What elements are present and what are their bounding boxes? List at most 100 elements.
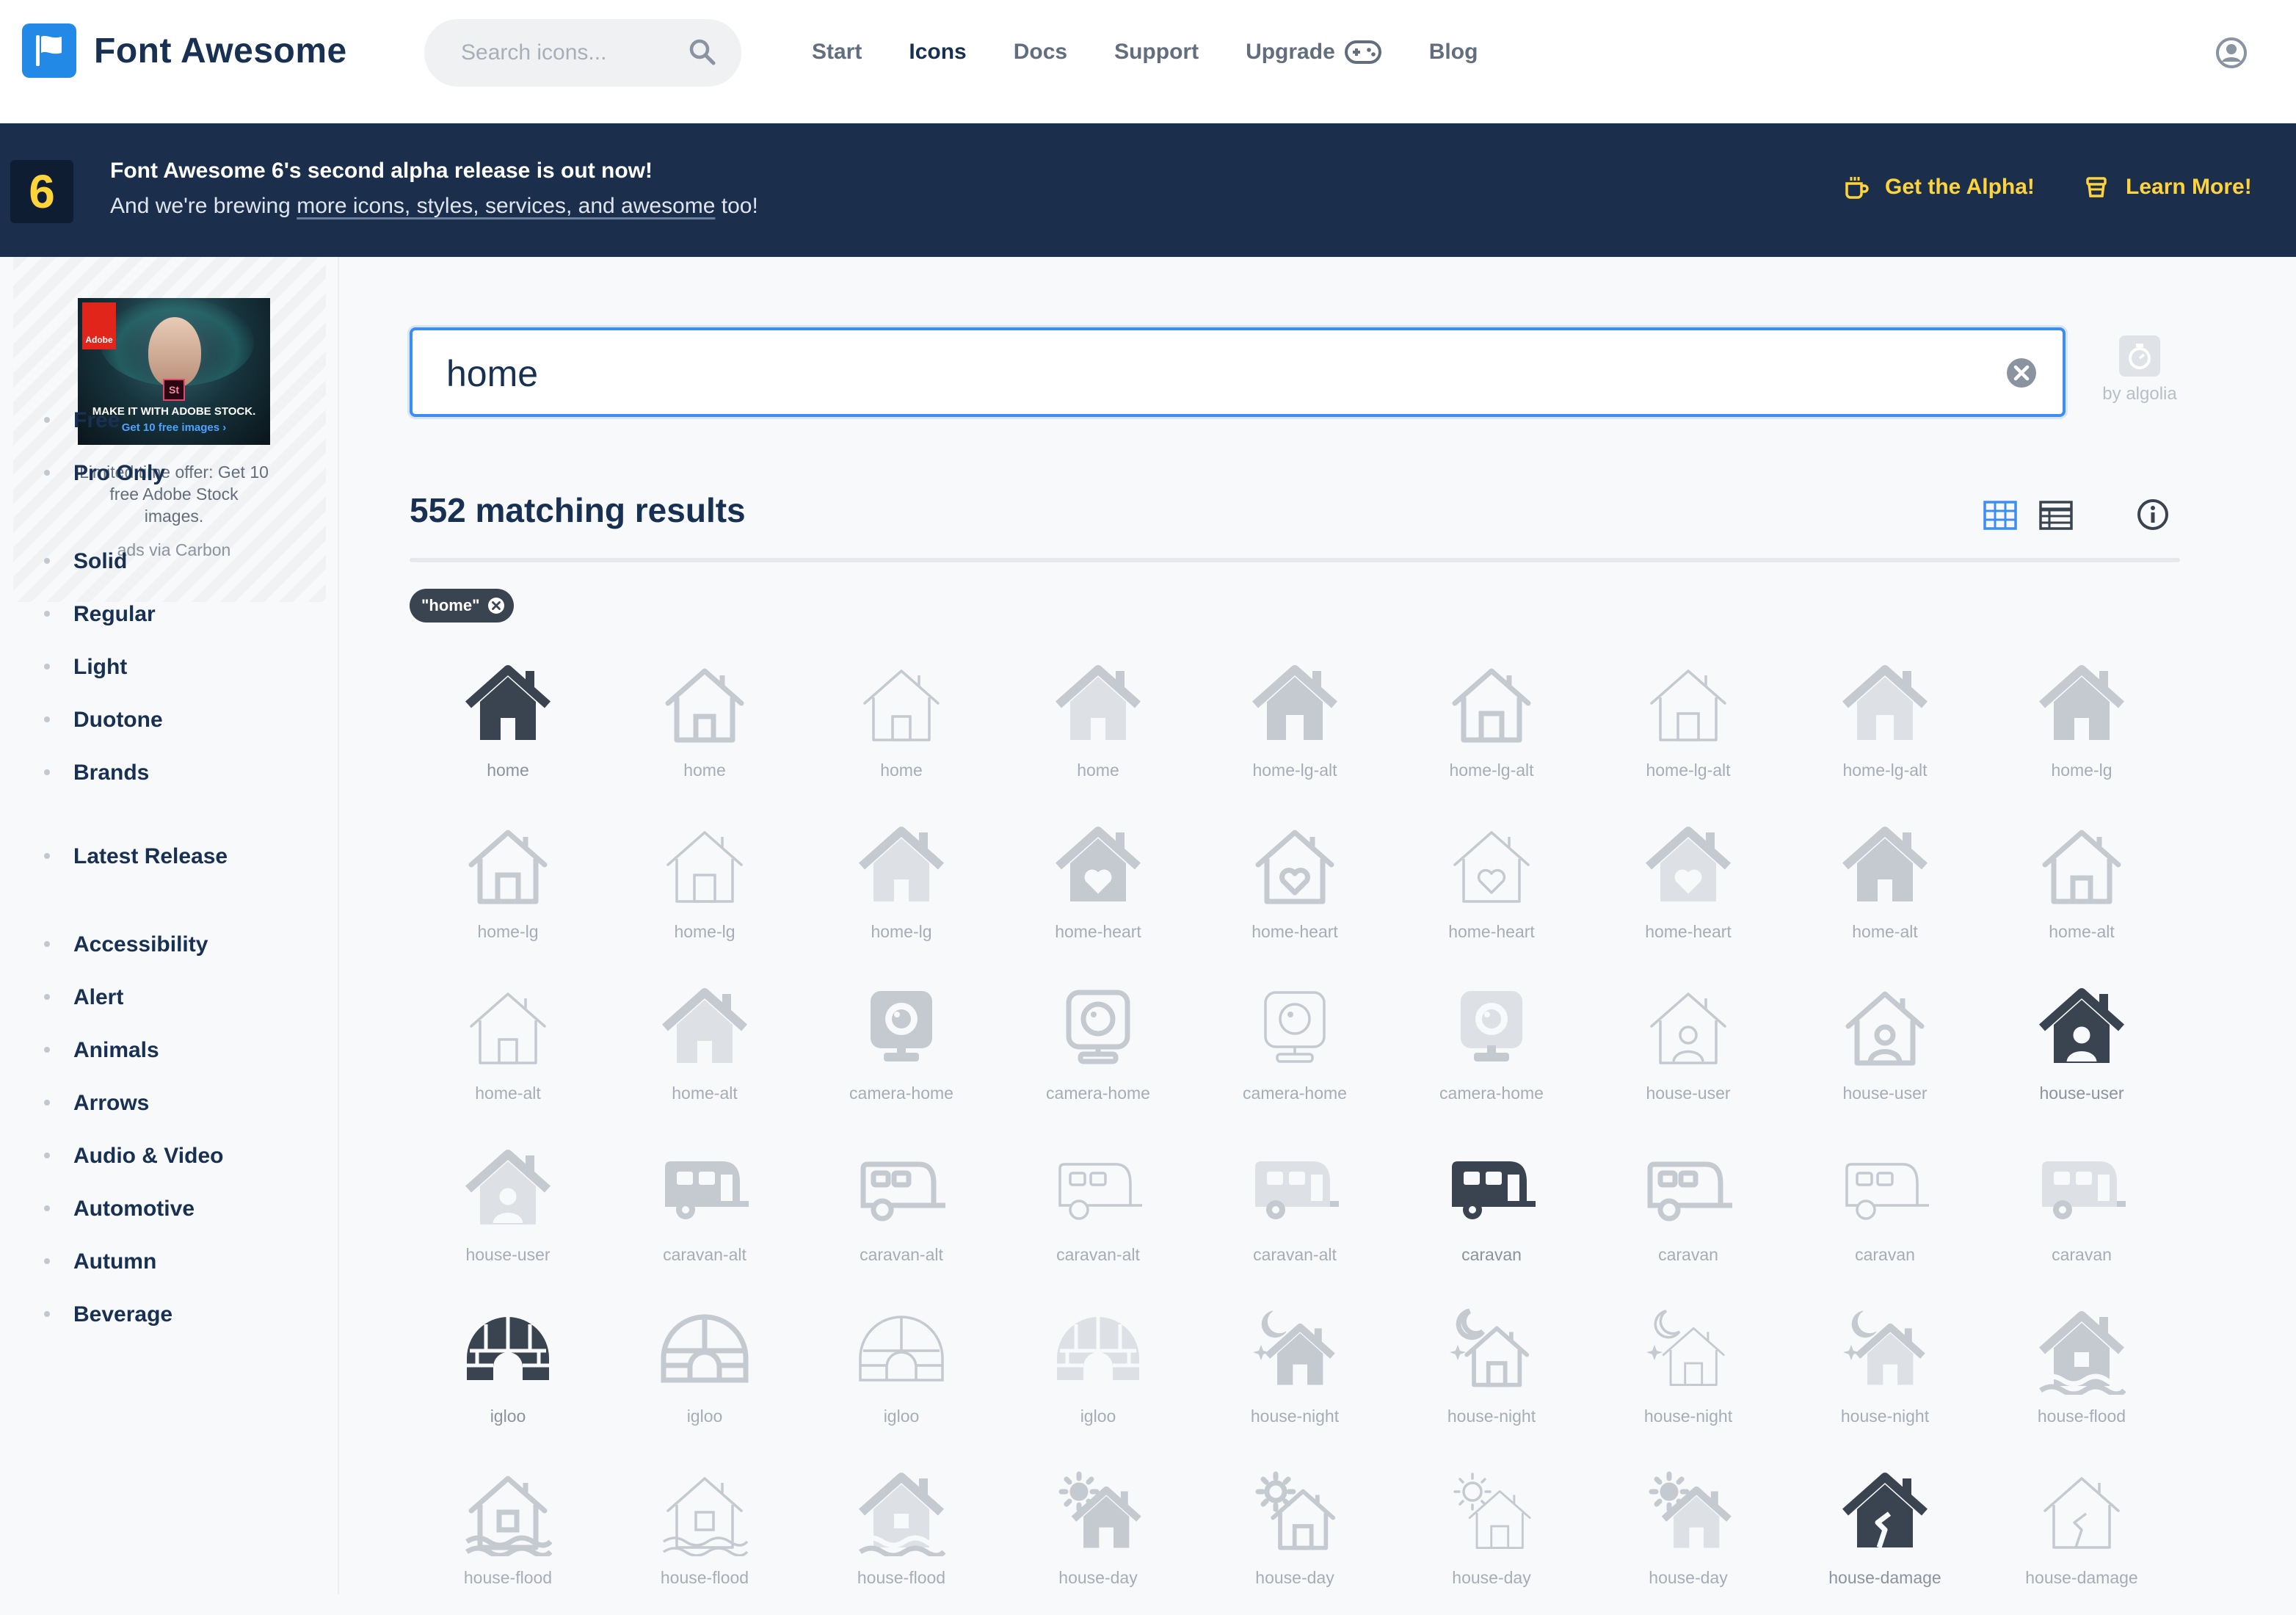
icon-result-home-alt[interactable]: home-alt [606, 969, 803, 1130]
icon-result-caravan[interactable]: caravan [1590, 1130, 1787, 1292]
algolia-attribution[interactable]: by algolia [2099, 335, 2180, 404]
nav-upgrade[interactable]: Upgrade [1246, 40, 1382, 65]
icon-result-house-night[interactable]: house-night [1787, 1292, 1983, 1454]
icon-result-house-day[interactable]: house-day [1000, 1454, 1196, 1615]
icon-result-igloo[interactable]: igloo [803, 1292, 1000, 1454]
icon-result-home-alt[interactable]: home-alt [410, 969, 606, 1130]
filter-categories-item[interactable]: Arrows [44, 1091, 149, 1116]
icon-result-caravan[interactable]: caravan [1393, 1130, 1590, 1292]
icon-result-igloo[interactable]: igloo [410, 1292, 606, 1454]
filter-styles-item[interactable]: Solid [44, 549, 127, 574]
icon-result-caravan-alt[interactable]: caravan-alt [606, 1130, 803, 1292]
icon-result-home-lg-alt[interactable]: home-lg-alt [1196, 646, 1393, 808]
nav-support[interactable]: Support [1114, 40, 1199, 65]
icon-result-house-damage[interactable]: house-damage [1787, 1454, 1983, 1615]
icon-result-home[interactable]: home [606, 646, 803, 808]
icon-result-home-lg-alt[interactable]: home-lg-alt [1590, 646, 1787, 808]
icon-result-igloo[interactable]: igloo [1000, 1292, 1196, 1454]
icon-result-home-lg[interactable]: home-lg [410, 808, 606, 969]
icon-result-home-alt[interactable]: home-alt [1983, 808, 2180, 969]
filter-styles-item[interactable]: Duotone [44, 708, 163, 733]
filter-categories-item[interactable]: Autumn [44, 1249, 156, 1274]
brand-logo[interactable]: Font Awesome [22, 23, 347, 78]
icon-result-home-alt[interactable]: home-alt [1787, 808, 1983, 969]
icon-result-house-flood[interactable]: house-flood [1983, 1292, 2180, 1454]
icon-result-house-night[interactable]: house-night [1590, 1292, 1787, 1454]
icon-result-house-day[interactable]: house-day [1196, 1454, 1393, 1615]
icon-result-house-night[interactable]: house-night [1196, 1292, 1393, 1454]
filter-categories-item[interactable]: Beverage [44, 1302, 172, 1327]
filter-categories-item[interactable]: Alert [44, 985, 123, 1010]
icon-result-house-user[interactable]: house-user [410, 1130, 606, 1292]
search-term-chip[interactable]: "home" [410, 589, 514, 623]
home-icon [2038, 822, 2126, 910]
icon-result-home-heart[interactable]: home-heart [1196, 808, 1393, 969]
icon-result-house-flood[interactable]: house-flood [803, 1454, 1000, 1615]
icon-result-label: camera-home [849, 1084, 953, 1103]
icon-result-house-user[interactable]: house-user [1983, 969, 2180, 1130]
icon-result-camera-home[interactable]: camera-home [1000, 969, 1196, 1130]
filter-release-item[interactable]: Latest Release [44, 844, 228, 869]
icon-result-house-user[interactable]: house-user [1590, 969, 1787, 1130]
filter-membership-item[interactable]: Free [44, 408, 120, 433]
filter-categories-item[interactable]: Automotive [44, 1197, 195, 1222]
nav-docs[interactable]: Docs [1014, 40, 1067, 65]
results-count: 552 matching results [410, 491, 746, 529]
filter-styles-item[interactable]: Light [44, 655, 127, 680]
user-account-icon[interactable] [2215, 37, 2248, 73]
learn-more-button[interactable]: Learn More! [2085, 175, 2252, 200]
icon-result-igloo[interactable]: igloo [606, 1292, 803, 1454]
nav-blog[interactable]: Blog [1429, 40, 1478, 65]
icon-result-home[interactable]: home [803, 646, 1000, 808]
icon-result-home-heart[interactable]: home-heart [1000, 808, 1196, 969]
carbon-ad[interactable]: Adobe St MAKE IT WITH ADOBE STOCK. Get 1… [13, 257, 326, 602]
icon-result-caravan-alt[interactable]: caravan-alt [1196, 1130, 1393, 1292]
banner-subline-link[interactable]: more icons, styles, services, and awesom… [297, 194, 715, 218]
icon-result-camera-home[interactable]: camera-home [1196, 969, 1393, 1130]
icon-result-home[interactable]: home [1000, 646, 1196, 808]
icon-result-house-day[interactable]: house-day [1590, 1454, 1787, 1615]
icon-result-home-lg[interactable]: home-lg [606, 808, 803, 969]
icon-result-caravan[interactable]: caravan [1787, 1130, 1983, 1292]
nav-icons[interactable]: Icons [909, 40, 966, 65]
icon-result-home-lg-alt[interactable]: home-lg-alt [1787, 646, 1983, 808]
icon-result-home-lg[interactable]: home-lg [1983, 646, 2180, 808]
filter-categories-item[interactable]: Audio & Video [44, 1144, 223, 1169]
icon-result-house-damage[interactable]: house-damage [1983, 1454, 2180, 1615]
filter-label: Automotive [73, 1197, 195, 1221]
icon-search-box[interactable] [410, 327, 2066, 417]
header-search[interactable] [424, 19, 741, 87]
icon-result-camera-home[interactable]: camera-home [1393, 969, 1590, 1130]
filter-styles-item[interactable]: Brands [44, 761, 149, 785]
filter-styles-item[interactable]: Regular [44, 602, 156, 627]
icon-result-caravan[interactable]: caravan [1983, 1130, 2180, 1292]
icon-result-camera-home[interactable]: camera-home [803, 969, 1000, 1130]
icon-result-label: caravan [1855, 1245, 1915, 1264]
icon-result-home-lg-alt[interactable]: home-lg-alt [1393, 646, 1590, 808]
header-search-input[interactable] [461, 40, 681, 65]
remove-chip-icon[interactable] [487, 597, 505, 614]
filter-categories-item[interactable]: Accessibility [44, 932, 208, 957]
icon-result-caravan-alt[interactable]: caravan-alt [1000, 1130, 1196, 1292]
icon-result-house-flood[interactable]: house-flood [606, 1454, 803, 1615]
filter-membership-item[interactable]: Pro Only [44, 461, 165, 486]
icon-result-label: home-heart [1251, 922, 1338, 941]
grid-view-icon[interactable] [1983, 501, 2017, 534]
icon-result-house-day[interactable]: house-day [1393, 1454, 1590, 1615]
get-alpha-button[interactable]: Get the Alpha! [1844, 175, 2035, 200]
icon-result-house-night[interactable]: house-night [1393, 1292, 1590, 1454]
search-icon[interactable] [689, 38, 716, 70]
icon-result-home[interactable]: home [410, 646, 606, 808]
icon-result-home-lg[interactable]: home-lg [803, 808, 1000, 969]
icon-result-home-heart[interactable]: home-heart [1393, 808, 1590, 969]
icon-result-house-user[interactable]: house-user [1787, 969, 1983, 1130]
icon-result-house-flood[interactable]: house-flood [410, 1454, 606, 1615]
icon-result-caravan-alt[interactable]: caravan-alt [803, 1130, 1000, 1292]
table-view-icon[interactable] [2039, 501, 2073, 534]
icon-result-home-heart[interactable]: home-heart [1590, 808, 1787, 969]
nav-start[interactable]: Start [812, 40, 862, 65]
filter-categories-item[interactable]: Animals [44, 1038, 159, 1063]
clear-search-icon[interactable] [2005, 357, 2038, 393]
info-icon[interactable] [2136, 498, 2170, 535]
icon-search-input[interactable] [446, 349, 1914, 398]
